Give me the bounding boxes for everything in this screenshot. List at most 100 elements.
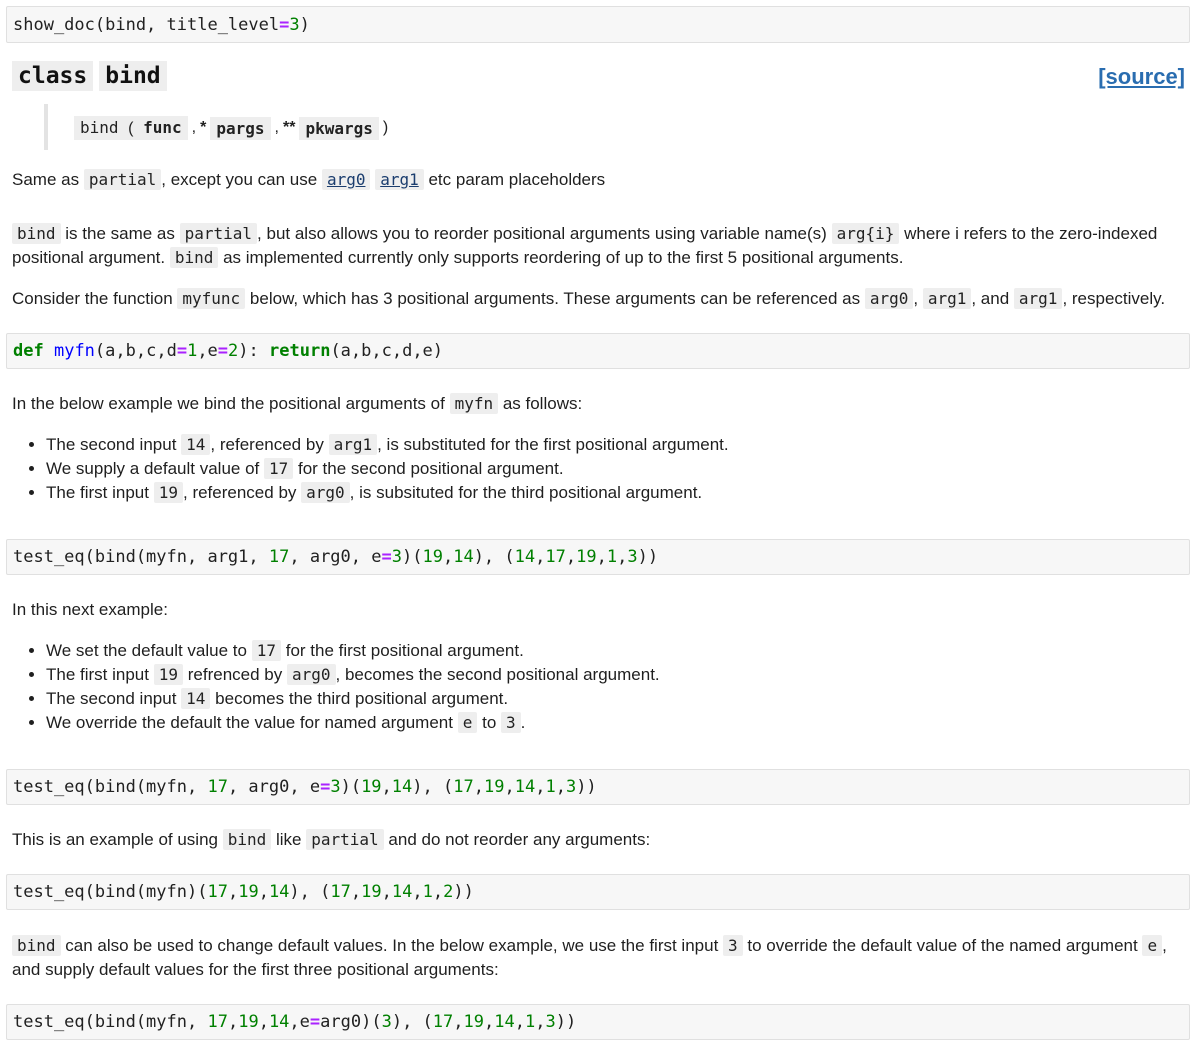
code-operator: = — [381, 547, 392, 567]
text: We supply a default value of — [46, 459, 260, 478]
text: , except you can use — [161, 170, 318, 189]
summary-paragraph: Same as partial, except you can use arg0… — [12, 168, 1188, 192]
text: is the same as — [65, 224, 175, 243]
code-operator: = — [309, 1012, 321, 1032]
code-operator: = — [176, 341, 188, 361]
code-number: 19 — [361, 777, 382, 797]
source-link[interactable]: [source] — [1098, 64, 1185, 90]
inline-code-arg0: arg0 — [864, 288, 914, 309]
text: In the below example we bind the positio… — [12, 394, 445, 413]
inline-code-arg-i: arg{i} — [831, 223, 900, 244]
code-number: 17 — [207, 882, 228, 902]
code-text: , — [381, 777, 392, 797]
code-text: (a,b,c,d,e) — [330, 341, 444, 361]
code-number: 3 — [391, 547, 402, 567]
text: We set the default value to — [46, 641, 247, 660]
code-number: 3 — [381, 1012, 392, 1032]
link-arg1[interactable]: arg1 — [375, 169, 424, 190]
code-cell-show-doc[interactable]: show_doc(bind, title_level = 3) — [6, 6, 1190, 43]
signature-quote-bar — [44, 104, 48, 150]
text: , is subsituted for the third positional… — [349, 483, 703, 502]
code-number: 3 — [627, 547, 638, 567]
inline-code-bind: bind — [222, 829, 272, 850]
code-text: ) — [299, 14, 310, 35]
text: , and — [971, 289, 1010, 308]
code-operator: = — [279, 14, 290, 35]
code-number: 1 — [606, 547, 618, 567]
code-text: test_eq(bind(myfn, — [13, 1012, 208, 1032]
code-number: 14 — [391, 882, 413, 902]
list-item: The second input 14, referenced by arg1,… — [46, 433, 729, 457]
text: . — [520, 713, 526, 732]
code-cell-test3[interactable]: test_eq(bind(myfn)(17, 19, 14), (17, 19, 14,… — [6, 874, 1190, 910]
code-number: 14 — [494, 1012, 515, 1032]
signature-name: bind — [80, 118, 119, 137]
link-arg0[interactable]: arg0 — [321, 169, 371, 190]
param-double-star: ** — [282, 119, 296, 136]
code-text: , — [484, 1012, 495, 1032]
code-text: ), ( — [289, 882, 331, 902]
next-example-paragraph: In this next example: — [12, 598, 1188, 622]
text: to — [482, 713, 497, 732]
description-paragraph: bind is the same as partial, but also al… — [12, 222, 1188, 270]
code-text: , — [617, 547, 628, 567]
code-text: , — [514, 1012, 525, 1032]
list-item: The first input 19 refrenced by arg0, be… — [46, 663, 660, 687]
code-number: 3 — [565, 777, 577, 797]
code-text: (a,b,c,d — [94, 341, 177, 361]
code-text: ,e — [197, 341, 218, 361]
code-operator: = — [217, 341, 229, 361]
text: The second input — [46, 435, 177, 454]
text: to override the default value of the nam… — [747, 936, 1138, 955]
code-number: 19 — [422, 547, 443, 567]
list-item: We override the default the value for na… — [46, 711, 660, 735]
code-text: ,e — [289, 1012, 310, 1032]
bullet-list-2: We set the default value to 17 for the f… — [24, 639, 660, 735]
inline-code-e: e — [1142, 935, 1163, 956]
param-func: func — [143, 118, 182, 137]
code-text: , — [432, 882, 444, 902]
inline-code-bind: bind — [12, 935, 61, 956]
code-text: , — [565, 547, 577, 567]
code-number: 3 — [545, 1012, 556, 1032]
code-number: 14 — [268, 1012, 290, 1032]
code-number: 19 — [576, 547, 597, 567]
code-number: 2 — [228, 341, 239, 361]
inline-code: arg1 — [328, 434, 378, 455]
code-text: , — [535, 777, 546, 797]
inline-code: 14 — [181, 434, 211, 455]
code-text: )) — [637, 547, 659, 567]
code-number: 17 — [432, 1012, 454, 1032]
list-item: We set the default value to 17 for the f… — [46, 639, 660, 663]
code-cell-test4[interactable]: test_eq(bind(myfn, 17, 19, 14 ,e = arg0)(3), … — [6, 1004, 1190, 1040]
text: , becomes the second positional argument… — [335, 665, 660, 684]
inline-code-arg1: arg1 — [1013, 288, 1063, 309]
text: , referenced by — [210, 435, 324, 454]
inline-code-myfn: myfn — [449, 393, 499, 414]
code-number: 19 — [483, 777, 505, 797]
text: This is an example of using — [12, 830, 218, 849]
signature-comma: , — [191, 119, 197, 136]
code-number: 14 — [453, 547, 474, 567]
code-number: 1 — [545, 777, 556, 797]
code-cell-myfn-def[interactable]: def myfn (a,b,c,d = 1 ,e = 2): return (a,b,c,d,… — [6, 333, 1190, 369]
code-cell-test2[interactable]: test_eq(bind(myfn, 17, arg0, e = 3)(19, 14)… — [6, 769, 1190, 805]
code-text: , arg0, e — [227, 777, 321, 797]
code-number: 17 — [207, 1012, 228, 1032]
code-text: ), ( — [391, 1012, 433, 1032]
inline-code-myfunc: myfunc — [177, 288, 246, 309]
param-pargs: pargs — [210, 116, 271, 140]
code-cell-test1[interactable]: test_eq(bind(myfn, arg1, 17, arg0, e = 3)(… — [6, 539, 1190, 575]
inline-code: 17 — [264, 458, 294, 479]
code-number: 2 — [443, 882, 454, 902]
text: , is substituted for the first positiona… — [377, 435, 729, 454]
text: becomes the third positional argument. — [215, 689, 509, 708]
text: In this next example: — [12, 600, 168, 619]
param-star: * — [200, 119, 207, 136]
code-text: )) — [453, 882, 474, 902]
inline-code: e — [457, 712, 478, 733]
code-text: , — [596, 547, 607, 567]
code-number: 3 — [330, 777, 341, 797]
inline-code-3: 3 — [723, 935, 743, 956]
